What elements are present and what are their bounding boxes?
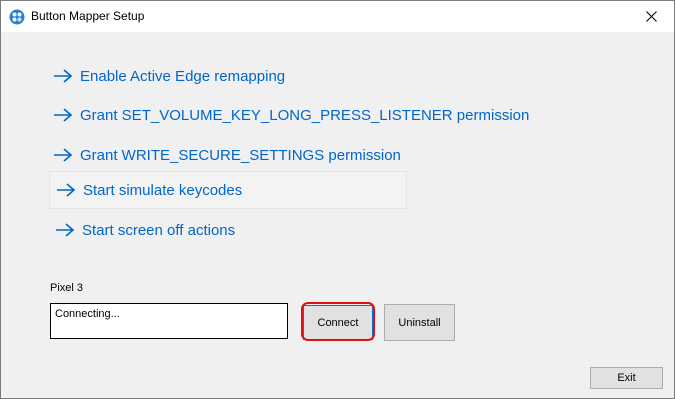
connection-status-box: Connecting...: [50, 303, 288, 339]
action-grant-volume-key-permission[interactable]: Grant SET_VOLUME_KEY_LONG_PRESS_LISTENER…: [53, 104, 529, 126]
connect-button[interactable]: Connect: [303, 305, 373, 340]
action-label: Grant WRITE_SECURE_SETTINGS permission: [80, 146, 401, 164]
arrow-right-icon: [54, 148, 73, 162]
action-enable-active-edge[interactable]: Enable Active Edge remapping: [53, 65, 285, 87]
arrow-right-icon: [56, 223, 75, 237]
action-start-screen-off-actions[interactable]: Start screen off actions: [55, 219, 235, 241]
action-label: Start screen off actions: [82, 221, 236, 239]
arrow-right-icon: [54, 108, 73, 122]
arrow-right-icon: [54, 69, 73, 83]
window-title: Button Mapper Setup: [31, 9, 145, 23]
action-label: Grant SET_VOLUME_KEY_LONG_PRESS_LISTENER…: [80, 106, 530, 124]
arrow-right-icon: [57, 183, 76, 197]
action-label: Start simulate keycodes: [83, 181, 243, 199]
device-name-label: Pixel 3: [50, 282, 84, 294]
close-button[interactable]: [628, 1, 674, 32]
action-start-simulate-keycodes[interactable]: Start simulate keycodes: [49, 171, 407, 209]
action-label: Enable Active Edge remapping: [80, 67, 286, 85]
title-bar: Button Mapper Setup: [1, 1, 674, 32]
setup-window: Button Mapper Setup Enable Active Edge r…: [0, 0, 675, 399]
exit-button[interactable]: Exit: [590, 367, 663, 389]
app-logo-icon: [9, 9, 25, 25]
action-grant-write-secure-settings[interactable]: Grant WRITE_SECURE_SETTINGS permission: [53, 144, 401, 166]
close-icon: [645, 11, 657, 22]
uninstall-button[interactable]: Uninstall: [384, 304, 455, 341]
